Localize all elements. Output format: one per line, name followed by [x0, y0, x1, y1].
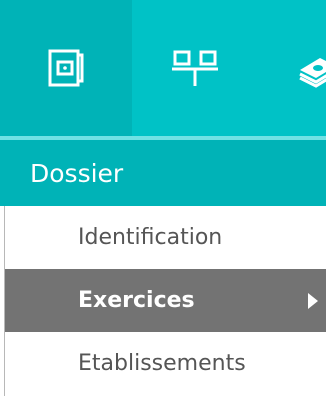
menu-item-label: Identification	[78, 225, 223, 250]
section-header: Dossier	[0, 140, 326, 206]
menu-item-identification[interactable]: Identification	[5, 206, 326, 269]
section-title: Dossier	[30, 158, 124, 188]
caret-right-icon	[308, 292, 318, 309]
tab-finance[interactable]	[258, 0, 326, 136]
menu-item-label: Exercices	[78, 288, 195, 313]
org-chart-icon	[172, 50, 218, 86]
folder-book-icon	[48, 49, 84, 87]
menu-item-exercices[interactable]: Exercices	[5, 269, 326, 332]
menu-item-etablissements[interactable]: Etablissements	[5, 332, 326, 395]
menu-item-label: Etablissements	[78, 351, 246, 376]
tab-dossier[interactable]	[0, 0, 132, 136]
navigation-panel: Dossier Identification Exercices Etablis…	[0, 0, 326, 396]
icon-tab-bar	[0, 0, 326, 136]
money-stack-icon	[299, 58, 326, 88]
tab-organization[interactable]	[132, 0, 258, 136]
